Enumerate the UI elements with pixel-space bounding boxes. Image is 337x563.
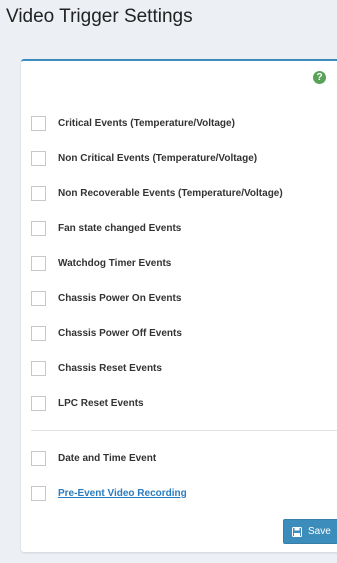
lpc-reset-checkbox[interactable] (31, 395, 46, 411)
trigger-row-critical[interactable]: Critical Events (Temperature/Voltage) (31, 113, 235, 133)
help-icon[interactable]: ? (313, 71, 326, 84)
watchdog-timer-events-checkbox[interactable] (31, 255, 46, 271)
watchdog-timer-events-label: Watchdog Timer Events (58, 257, 172, 269)
pre-event-recording-link[interactable]: Pre-Event Video Recording (58, 488, 187, 499)
trigger-row-lpc-reset[interactable]: LPC Reset Events (31, 393, 144, 413)
chassis-reset-checkbox[interactable] (31, 360, 46, 376)
trigger-row-date-time[interactable]: Date and Time Event (31, 448, 156, 468)
lpc-reset-label: LPC Reset Events (58, 397, 144, 409)
chassis-reset-label: Chassis Reset Events (58, 362, 162, 374)
chassis-power-off-checkbox[interactable] (31, 325, 46, 341)
chassis-power-off-label: Chassis Power Off Events (58, 327, 182, 339)
trigger-row-non-recoverable[interactable]: Non Recoverable Events (Temperature/Volt… (31, 183, 283, 203)
trigger-row-chassis-reset[interactable]: Chassis Reset Events (31, 358, 162, 378)
non-recoverable-events-checkbox[interactable] (31, 185, 46, 201)
trigger-settings-panel: ? Critical Events (Temperature/Voltage) … (21, 59, 337, 552)
chassis-power-on-checkbox[interactable] (31, 290, 46, 306)
non-critical-events-label: Non Critical Events (Temperature/Voltage… (58, 152, 258, 164)
floppy-disk-icon (292, 526, 302, 537)
trigger-row-power-on[interactable]: Chassis Power On Events (31, 288, 181, 308)
non-recoverable-events-label: Non Recoverable Events (Temperature/Volt… (58, 187, 283, 199)
fan-state-events-label: Fan state changed Events (58, 222, 182, 234)
fan-state-events-checkbox[interactable] (31, 220, 46, 236)
critical-events-checkbox[interactable] (31, 115, 46, 131)
non-critical-events-checkbox[interactable] (31, 150, 46, 166)
trigger-row-power-off[interactable]: Chassis Power Off Events (31, 323, 182, 343)
critical-events-label: Critical Events (Temperature/Voltage) (58, 117, 235, 129)
section-divider (31, 430, 337, 431)
trigger-row-non-critical[interactable]: Non Critical Events (Temperature/Voltage… (31, 148, 257, 168)
trigger-row-pre-event[interactable]: Pre-Event Video Recording (31, 483, 187, 503)
trigger-row-fan-state[interactable]: Fan state changed Events (31, 218, 181, 238)
pre-event-recording-checkbox[interactable] (31, 485, 46, 501)
page-title: Video Trigger Settings (6, 6, 193, 27)
save-button-label: Save (308, 526, 331, 537)
save-button[interactable]: Save (283, 519, 337, 544)
date-time-event-checkbox[interactable] (31, 450, 46, 466)
date-time-event-label: Date and Time Event (58, 452, 157, 464)
trigger-row-watchdog[interactable]: Watchdog Timer Events (31, 253, 171, 273)
chassis-power-on-label: Chassis Power On Events (58, 292, 182, 304)
